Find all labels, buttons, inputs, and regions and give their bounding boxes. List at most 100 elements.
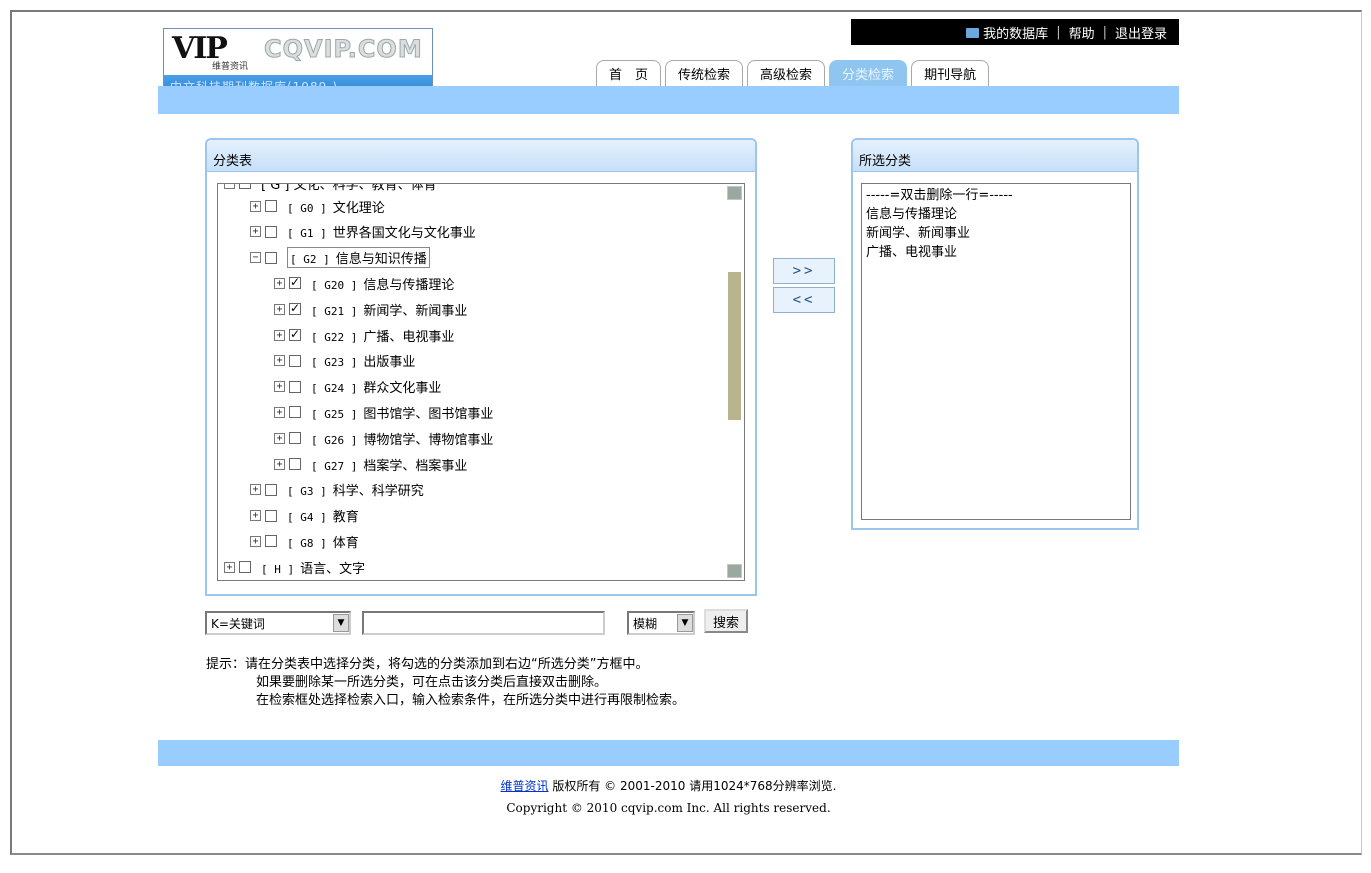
tree-row-label: 科学、科学研究 bbox=[332, 484, 424, 500]
scroll-up-arrow-icon[interactable] bbox=[727, 186, 742, 200]
classification-panel-title: 分类表 bbox=[207, 140, 755, 172]
tree-checkbox[interactable] bbox=[239, 184, 251, 189]
tab-journal-navigation[interactable]: 期刊导航 bbox=[911, 60, 990, 86]
tree-checkbox[interactable] bbox=[265, 225, 277, 238]
tree-checkbox[interactable] bbox=[239, 561, 251, 574]
tree-row-code: [ G25 ] bbox=[311, 407, 358, 421]
tab-traditional-search[interactable]: 传统检索 bbox=[665, 60, 744, 86]
selected-list-item[interactable]: -----=双击删除一行=----- bbox=[866, 186, 1126, 205]
tree-row[interactable]: + [ G22 ] 广播、电视事业 bbox=[274, 323, 454, 347]
tree-checkbox[interactable] bbox=[289, 380, 301, 393]
add-to-selected-button[interactable]: >> bbox=[773, 258, 835, 284]
expand-icon[interactable]: + bbox=[250, 200, 261, 212]
search-input[interactable] bbox=[362, 611, 605, 635]
footer-copyright-en: Copyright © 2010 cqvip.com Inc. All righ… bbox=[506, 801, 831, 815]
tree-row[interactable]: + [ G25 ] 图书馆学、图书馆事业 bbox=[274, 400, 493, 424]
expand-icon[interactable]: + bbox=[274, 406, 285, 418]
vip-brand-link[interactable]: 维普资讯 bbox=[501, 779, 549, 793]
tree-row-label: 出版事业 bbox=[363, 355, 416, 371]
dropdown-arrow-icon: ▼ bbox=[333, 614, 349, 632]
tree-checkbox[interactable] bbox=[265, 251, 277, 264]
expand-icon[interactable]: + bbox=[274, 432, 285, 444]
tree-row-code: [ G3 ] bbox=[287, 485, 327, 499]
search-field-select[interactable]: K=关键词 ▼ bbox=[205, 611, 351, 635]
tree-checkbox[interactable] bbox=[289, 301, 301, 316]
search-button[interactable]: 搜索 bbox=[704, 609, 749, 633]
collapse-icon[interactable]: − bbox=[250, 252, 261, 264]
tree-row-label: [ G ] 文化、科学、教育、体育 bbox=[261, 183, 437, 193]
tree-checkbox[interactable] bbox=[289, 432, 301, 445]
selected-list-item[interactable]: 新闻学、新闻事业 bbox=[866, 224, 1126, 243]
selected-panel: 所选分类 -----=双击删除一行=----- 信息与传播理论 新闻学、新闻事业… bbox=[851, 138, 1139, 530]
tree-row-code: [ G1 ] bbox=[287, 227, 327, 241]
tree-row-text: [ G20 ] 信息与传播理论 bbox=[311, 274, 454, 293]
tree-row[interactable]: + [ G21 ] 新闻学、新闻事业 bbox=[274, 297, 467, 321]
tree-checkbox[interactable] bbox=[265, 509, 277, 522]
tree-row[interactable]: − [ G2 ] 信息与知识传播 bbox=[250, 246, 430, 270]
scroll-thumb[interactable] bbox=[728, 272, 741, 420]
tree-row[interactable]: + [ G4 ] 教育 bbox=[250, 504, 359, 528]
my-database-link[interactable]: 我的数据库 bbox=[966, 23, 1048, 42]
expand-icon[interactable]: + bbox=[250, 484, 261, 496]
tree-row-code: [ G26 ] bbox=[311, 433, 358, 447]
tab-advanced-search[interactable]: 高级检索 bbox=[747, 60, 826, 86]
collapse-icon[interactable]: − bbox=[224, 184, 235, 189]
help-link[interactable]: 帮助 bbox=[1069, 23, 1095, 42]
tree-row[interactable]: + [ G3 ] 科学、科学研究 bbox=[250, 478, 424, 502]
classification-tree[interactable]: − [ G ] 文化、科学、教育、体育 + [ G0 ] 文化理论 + [ G1 ] 世界… bbox=[217, 183, 745, 581]
tree-checkbox[interactable] bbox=[289, 458, 301, 470]
tree-row[interactable]: + [ G0 ] 文化理论 bbox=[250, 194, 385, 218]
separator: | bbox=[1056, 24, 1061, 40]
tree-row-label: 文化理论 bbox=[332, 200, 385, 216]
tree-row-code: [ G21 ] bbox=[311, 304, 358, 318]
tree-checkbox[interactable] bbox=[289, 354, 301, 367]
expand-icon[interactable]: + bbox=[274, 277, 285, 289]
tree-row[interactable]: + [ G26 ] 博物馆学、博物馆事业 bbox=[274, 426, 493, 450]
hint-text: 提示：请在分类表中选择分类，将勾选的分类添加到右边“所选分类”方框中。 如果要删… bbox=[206, 656, 685, 710]
selected-list-item[interactable]: 信息与传播理论 bbox=[866, 205, 1126, 224]
tree-row[interactable]: + [ G27 ] 档案学、档案事业 bbox=[274, 452, 467, 476]
selected-list-item[interactable]: 广播、电视事业 bbox=[866, 243, 1126, 262]
expand-icon[interactable]: + bbox=[274, 329, 285, 341]
tree-row-code: [ G24 ] bbox=[311, 382, 358, 396]
tree-scrollbar[interactable] bbox=[727, 186, 742, 578]
scroll-down-arrow-icon[interactable] bbox=[727, 564, 742, 578]
expand-icon[interactable]: + bbox=[274, 381, 285, 393]
tree-row[interactable]: + [ H ] 语言、文字 bbox=[224, 555, 365, 579]
tree-checkbox[interactable] bbox=[289, 327, 301, 341]
footer-bar bbox=[158, 740, 1179, 766]
remove-from-selected-button[interactable]: << bbox=[773, 287, 835, 313]
tree-row-text: [ G21 ] 新闻学、新闻事业 bbox=[311, 300, 467, 319]
tree-row-label: 广播、电视事业 bbox=[363, 329, 455, 345]
tree-row[interactable]: + [ G23 ] 出版事业 bbox=[274, 349, 415, 373]
tab-classification-search[interactable]: 分类检索 bbox=[829, 60, 908, 86]
tree-row[interactable]: + [ G8 ] 体育 bbox=[250, 529, 359, 553]
tree-row[interactable]: + [ G1 ] 世界各国文化与文化事业 bbox=[250, 220, 476, 244]
tree-row[interactable]: + [ G20 ] 信息与传播理论 bbox=[274, 271, 454, 295]
tree-row-label: 教育 bbox=[332, 510, 359, 526]
expand-icon[interactable]: + bbox=[274, 355, 285, 367]
search-field-value: K=关键词 bbox=[211, 616, 265, 631]
expand-icon[interactable]: + bbox=[250, 535, 261, 547]
hint-line: 提示：请在分类表中选择分类，将勾选的分类添加到右边“所选分类”方框中。 bbox=[206, 657, 649, 672]
tree-row-code: [ G4 ] bbox=[287, 511, 327, 525]
folder-icon bbox=[966, 27, 980, 38]
expand-icon[interactable]: + bbox=[250, 226, 261, 238]
tab-home[interactable]: 首 页 bbox=[596, 60, 662, 86]
logout-link[interactable]: 退出登录 bbox=[1115, 23, 1167, 42]
tree-checkbox[interactable] bbox=[289, 275, 301, 290]
tree-row-text: [ G25 ] 图书馆学、图书馆事业 bbox=[311, 403, 493, 422]
expand-icon[interactable]: + bbox=[224, 561, 235, 573]
tree-checkbox[interactable] bbox=[265, 483, 277, 496]
tree-checkbox[interactable] bbox=[265, 200, 277, 212]
match-mode-select[interactable]: 模糊 ▼ bbox=[627, 611, 695, 635]
selected-list[interactable]: -----=双击删除一行=----- 信息与传播理论 新闻学、新闻事业 广播、电… bbox=[861, 183, 1131, 520]
tree-row-text: [ G1 ] 世界各国文化与文化事业 bbox=[287, 222, 476, 241]
expand-icon[interactable]: + bbox=[274, 303, 285, 315]
tree-row-text: [ G22 ] 广播、电视事业 bbox=[311, 326, 454, 345]
tree-row[interactable]: + [ G24 ] 群众文化事业 bbox=[274, 375, 441, 399]
expand-icon[interactable]: + bbox=[274, 458, 285, 470]
expand-icon[interactable]: + bbox=[250, 510, 261, 522]
tree-checkbox[interactable] bbox=[265, 535, 277, 548]
tree-checkbox[interactable] bbox=[289, 406, 301, 419]
